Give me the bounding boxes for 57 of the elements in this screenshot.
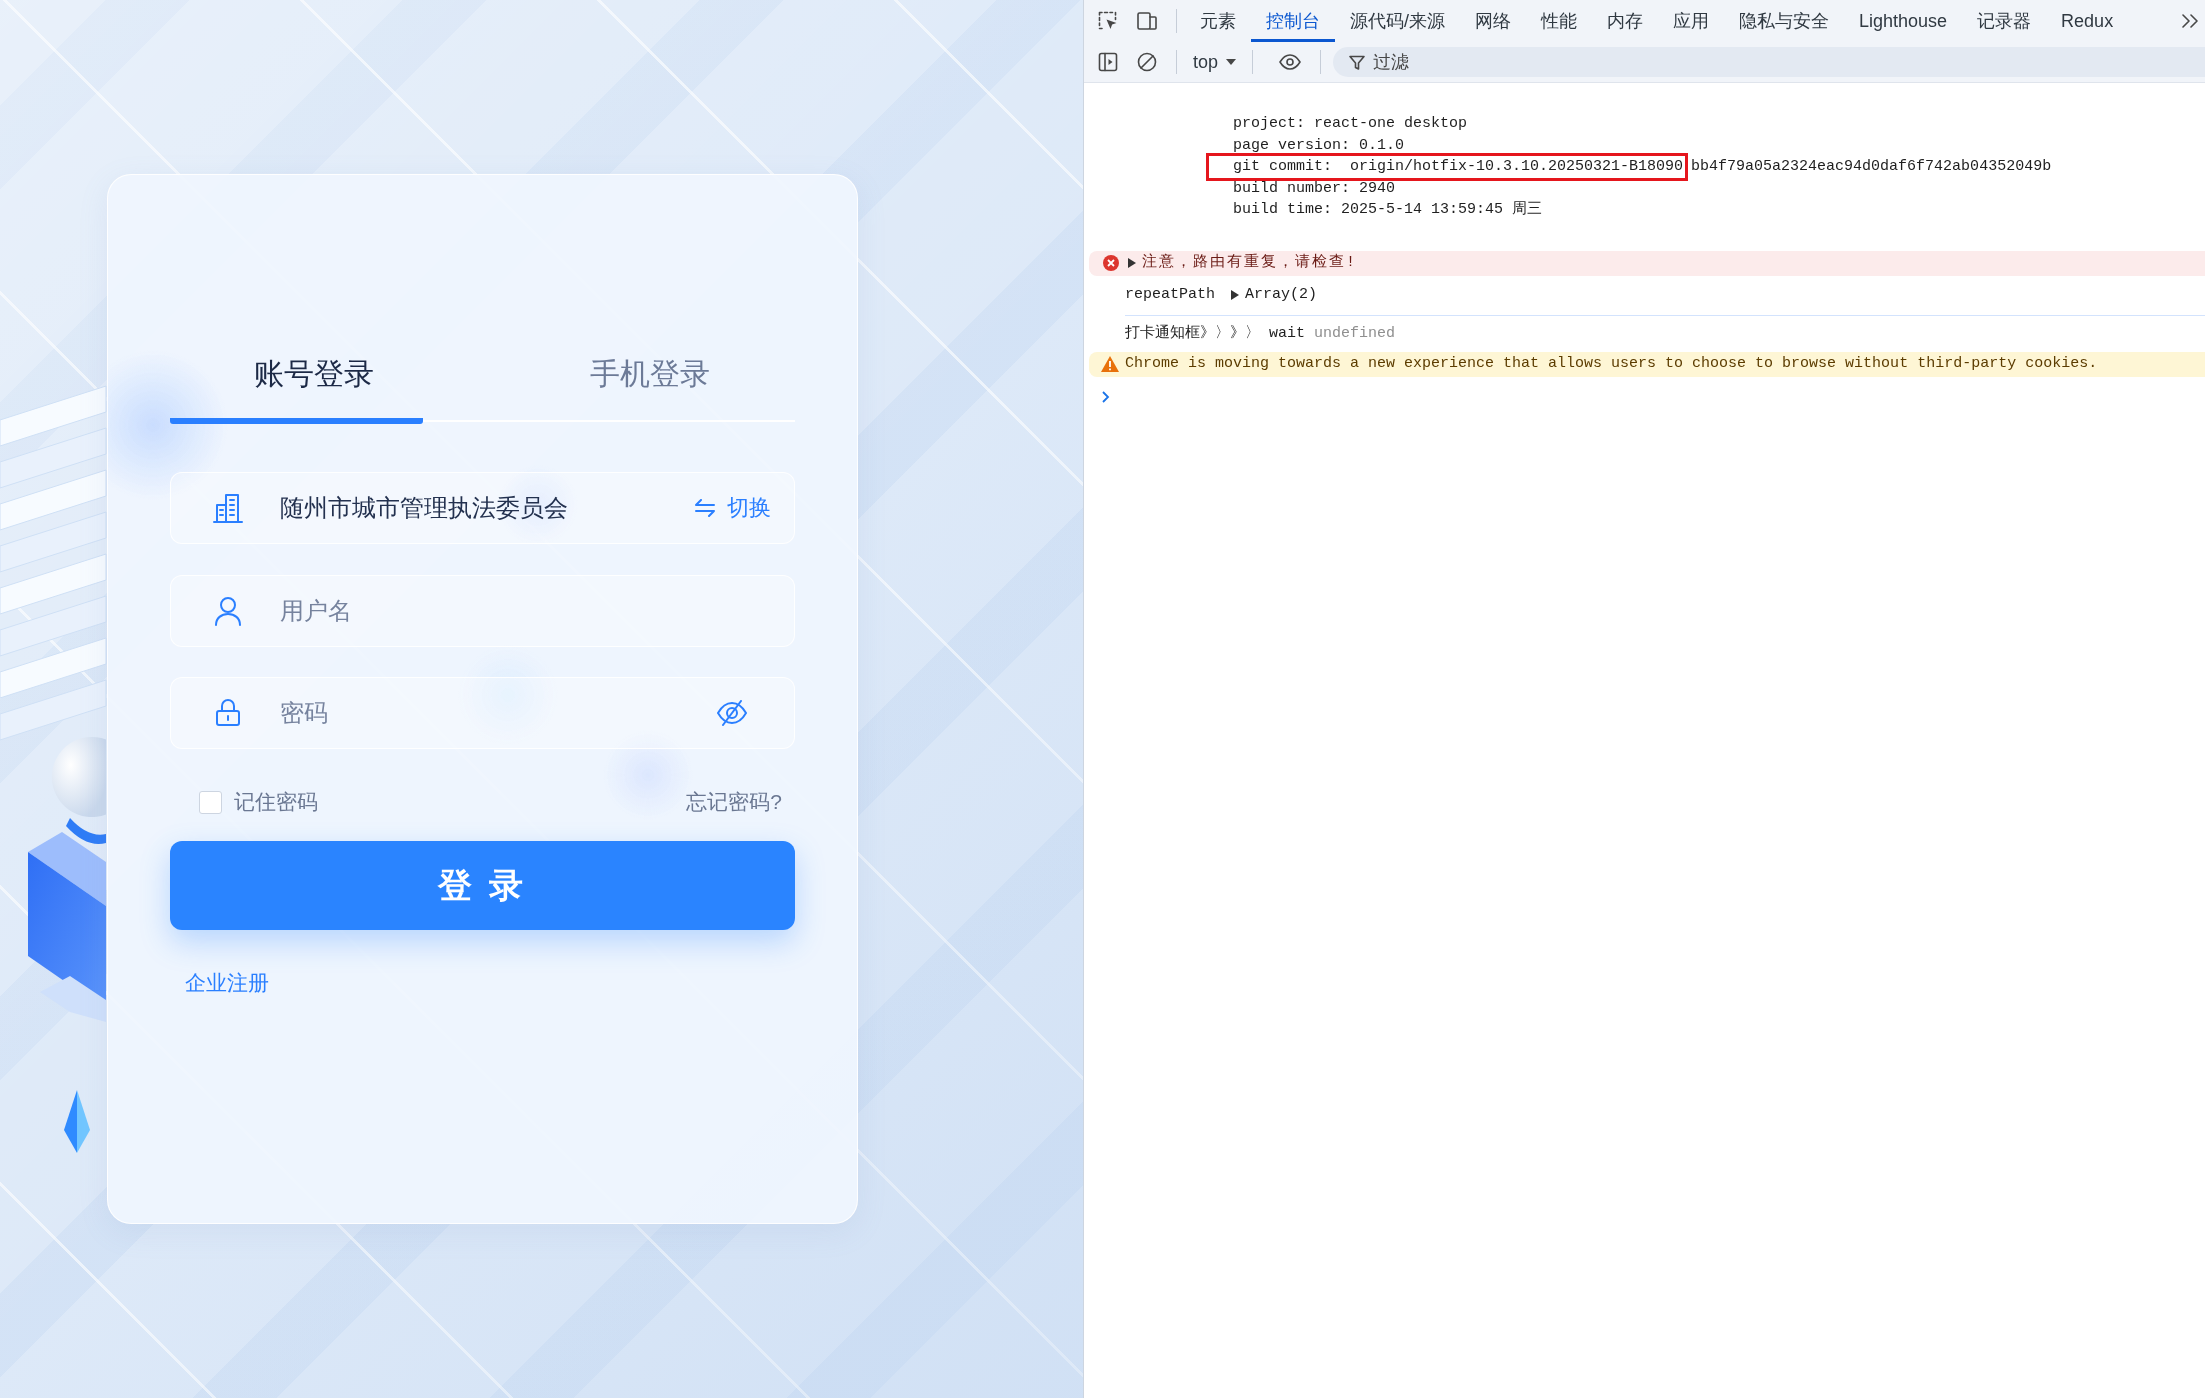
eye-icon[interactable] <box>1279 54 1302 70</box>
expand-triangle-icon[interactable] <box>1231 290 1239 300</box>
sidebar-panel-icon[interactable] <box>1098 52 1118 72</box>
devtools-tab[interactable]: Redux <box>2046 0 2129 42</box>
remember-checkbox[interactable] <box>199 790 222 814</box>
log-text: bb4f79a05a2324eac94d0daf6f742ab04352049b <box>1691 158 2052 175</box>
error-text: 注意，路由有重复，请检查! <box>1142 252 1357 274</box>
password-field[interactable]: 密码 <box>170 677 795 749</box>
devtools-tab[interactable]: 应用 <box>1658 0 1724 42</box>
double-chevron-icon[interactable] <box>2181 14 2199 28</box>
log-text: project: react-one desktop <box>1233 115 1468 132</box>
array-preview[interactable]: Array(2) <box>1231 284 1318 306</box>
devtools-tab[interactable]: Lighthouse <box>1844 0 1963 42</box>
filter-input[interactable]: 过滤 <box>1373 50 2205 74</box>
login-tab[interactable]: 账号登录 <box>170 354 423 424</box>
swap-arrows-icon <box>695 499 715 517</box>
forgot-password-link[interactable]: 忘记密码? <box>686 788 782 816</box>
login-tab[interactable]: 手机登录 <box>506 354 759 424</box>
remember-password-label[interactable]: 记住密码 <box>234 788 318 816</box>
warning-icon <box>1101 356 1119 372</box>
devtools-tab[interactable]: 记录器 <box>1962 0 2047 42</box>
context-selector[interactable]: top <box>1185 46 1245 78</box>
username-field[interactable]: 用户名 <box>170 575 795 647</box>
devtools-tab[interactable]: 性能 <box>1526 0 1592 42</box>
filter-field[interactable]: 过滤 <box>1333 47 2205 77</box>
username-input[interactable]: 用户名 <box>280 594 771 628</box>
prompt-chevron-icon[interactable] <box>1102 390 1110 403</box>
expand-triangle-icon[interactable] <box>1128 258 1136 268</box>
password-input[interactable]: 密码 <box>280 696 717 730</box>
devtools-tab[interactable]: 源代码/来源 <box>1335 0 1460 42</box>
console-text: undefined <box>1314 323 1396 344</box>
organization-name: 随州市城市管理执法委员会 <box>280 493 569 523</box>
filter-icon <box>1349 54 1366 70</box>
caret-down-icon <box>1226 59 1237 65</box>
login-button[interactable]: 登 录 <box>170 841 795 930</box>
error-icon <box>1103 255 1119 271</box>
console-text: wait <box>1269 323 1305 344</box>
devtools-tab[interactable]: 内存 <box>1592 0 1658 42</box>
console-text: repeatPath <box>1125 285 1215 306</box>
devtools-tab[interactable]: 元素 <box>1185 0 1251 42</box>
eye-slash-icon[interactable] <box>717 700 747 726</box>
crystal-drawing <box>64 1090 90 1153</box>
log-text: build number: 2940 <box>1233 179 1396 197</box>
user-icon <box>215 596 241 626</box>
log-text: page version: 0.1.0 <box>1233 136 1405 154</box>
devices-icon[interactable] <box>1137 12 1157 30</box>
switch-button[interactable]: 切换 <box>695 493 771 523</box>
devtools-tab[interactable]: 网络 <box>1460 0 1526 42</box>
inspect-icon[interactable] <box>1098 11 1118 31</box>
highlighted-log-text: git commit: origin/hotfix-10.3.10.20250321-B18090 <box>1206 153 1689 181</box>
warning-text: Chrome is moving towards a new experience that allows users to choose to browse without third-party cookies. <box>1125 354 2098 375</box>
console-text: 打卡通知框》〉》〉 <box>1125 323 1260 344</box>
building-icon <box>213 493 243 523</box>
log-text: build time: 2025-5-14 13:59:45 周三 <box>1233 201 1543 218</box>
clear-icon[interactable] <box>1137 52 1157 72</box>
lock-icon <box>216 699 240 727</box>
devtools-tab[interactable]: 隐私与安全 <box>1724 0 1844 42</box>
